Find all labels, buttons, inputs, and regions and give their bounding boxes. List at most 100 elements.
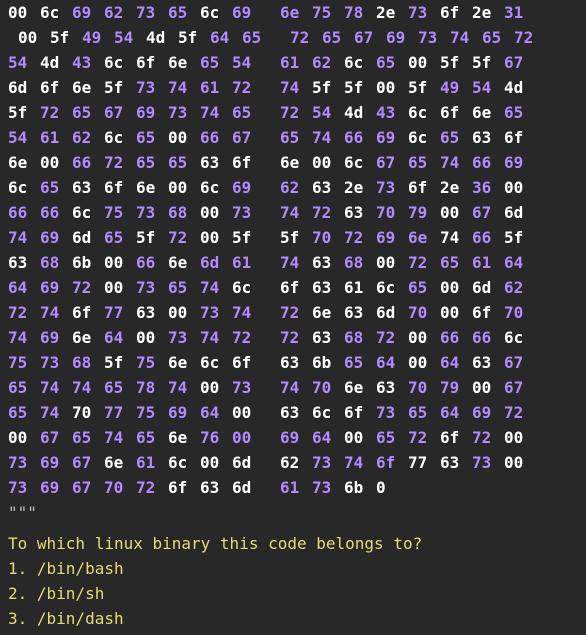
hex-byte: 64 — [440, 400, 472, 425]
hex-byte: 69 — [504, 150, 536, 175]
hex-byte: 64 — [440, 350, 472, 375]
hex-byte: 65 — [408, 275, 440, 300]
hex-row: 7573685f756e6c6f636b656400646367 — [8, 350, 578, 375]
hex-byte: 74 — [8, 325, 40, 350]
hex-byte: 6c — [8, 175, 40, 200]
hex-byte: 70 — [504, 300, 536, 325]
hex-byte: 4d — [40, 50, 72, 75]
hex-byte: 62 — [72, 125, 104, 150]
hex-byte: 65 — [280, 125, 312, 150]
terminal-screen: 006c696273656c696e75782e736f2e31005f4954… — [0, 0, 586, 635]
hex-byte: 74 — [40, 400, 72, 425]
hex-byte: 65 — [72, 425, 104, 450]
hex-byte: 65 — [40, 175, 72, 200]
hex-byte: 65 — [376, 50, 408, 75]
hex-byte: 6f — [344, 400, 376, 425]
hex-byte: 61 — [280, 50, 312, 75]
hex-byte: 5f — [104, 75, 136, 100]
hex-byte: 64 — [210, 25, 242, 50]
hex-row: 006c696273656c696e75782e736f2e31 — [8, 0, 578, 25]
hex-byte: 63 — [280, 350, 312, 375]
hex-byte: 74 — [40, 375, 72, 400]
hex-byte: 74 — [440, 225, 472, 250]
hex-byte: 00 — [408, 325, 440, 350]
hex-byte: 6c — [504, 325, 536, 350]
hex-byte: 65 — [408, 150, 440, 175]
hex-byte: 73 — [200, 300, 232, 325]
hex-byte: 6c — [72, 200, 104, 225]
hex-row: 005f49544d5f64657265676973746572 — [8, 25, 578, 50]
hex-byte: 72 — [290, 25, 322, 50]
hex-byte: 65 — [242, 25, 274, 50]
hex-byte: 68 — [72, 350, 104, 375]
hex-byte: 66 — [472, 325, 504, 350]
hex-byte: 00 — [472, 375, 504, 400]
hex-byte: 72 — [344, 225, 376, 250]
hex-byte: 6c — [408, 100, 440, 125]
hex-byte: 64 — [104, 325, 136, 350]
hex-byte: 65 — [8, 400, 40, 425]
triple-quote: """ — [8, 500, 578, 525]
hex-byte: 66 — [72, 150, 104, 175]
hex-byte: 75 — [136, 350, 168, 375]
hex-byte: 6c — [200, 0, 232, 25]
hex-byte: 73 — [376, 400, 408, 425]
hex-byte: 63 — [136, 300, 168, 325]
hex-byte: 73 — [8, 450, 40, 475]
hex-byte: 61 — [280, 475, 312, 500]
hex-byte: 5f — [178, 25, 210, 50]
hex-byte: 6b — [312, 350, 344, 375]
option-2: 2. /bin/sh — [8, 581, 578, 606]
hex-row: 7369676e616c006d6273746f77637300 — [8, 450, 578, 475]
hex-byte: 6d — [504, 200, 536, 225]
hex-byte: 00 — [200, 225, 232, 250]
hex-byte: 62 — [280, 450, 312, 475]
hex-byte: 69 — [376, 225, 408, 250]
hex-byte: 65 — [504, 100, 536, 125]
hex-byte: 2e — [376, 0, 408, 25]
hex-byte: 54 — [8, 50, 40, 75]
hex-byte: 73 — [8, 475, 40, 500]
hex-byte: 70 — [72, 400, 104, 425]
hex-byte: 72 — [514, 25, 546, 50]
hex-byte: 6c — [376, 275, 408, 300]
hex-byte: 69 — [472, 400, 504, 425]
hex-byte: 00 — [504, 450, 536, 475]
hex-byte: 6f — [440, 100, 472, 125]
hex-byte: 63 — [200, 150, 232, 175]
hex-byte: 72 — [168, 225, 200, 250]
hex-byte: 5f — [50, 25, 82, 50]
hex-byte: 67 — [40, 425, 72, 450]
hex-byte: 78 — [136, 375, 168, 400]
hex-byte: 6e — [72, 75, 104, 100]
hex-byte: 36 — [472, 175, 504, 200]
hex-byte: 67 — [232, 125, 264, 150]
hex-byte: 69 — [40, 475, 72, 500]
hex-byte: 5f — [136, 225, 168, 250]
hex-byte: 75 — [312, 0, 344, 25]
hex-byte: 6c — [104, 50, 136, 75]
hex-row: 6c65636f6e006c6962632e736f2e3600 — [8, 175, 578, 200]
hex-byte: 00 — [408, 350, 440, 375]
hex-byte: 00 — [440, 300, 472, 325]
hex-byte: 73 — [232, 200, 264, 225]
hex-byte: 73 — [472, 450, 504, 475]
hex-byte: 6c — [344, 150, 376, 175]
hex-byte: 72 — [376, 325, 408, 350]
option-1: 1. /bin/bash — [8, 556, 578, 581]
hex-byte: 72 — [472, 425, 504, 450]
hex-byte: 4d — [344, 100, 376, 125]
hex-byte: 72 — [408, 250, 440, 275]
hex-byte: 00 — [168, 175, 200, 200]
hex-byte: 73 — [312, 450, 344, 475]
hex-byte: 69 — [72, 0, 104, 25]
hex-byte: 65 — [168, 0, 200, 25]
hex-byte: 6f — [376, 450, 408, 475]
hex-byte: 74 — [312, 125, 344, 150]
hex-byte: 65 — [440, 125, 472, 150]
hex-byte: 69 — [40, 325, 72, 350]
hex-byte: 75 — [136, 400, 168, 425]
hex-byte: 73 — [136, 75, 168, 100]
hex-byte: 6c — [232, 275, 264, 300]
hex-byte: 5f — [280, 225, 312, 250]
